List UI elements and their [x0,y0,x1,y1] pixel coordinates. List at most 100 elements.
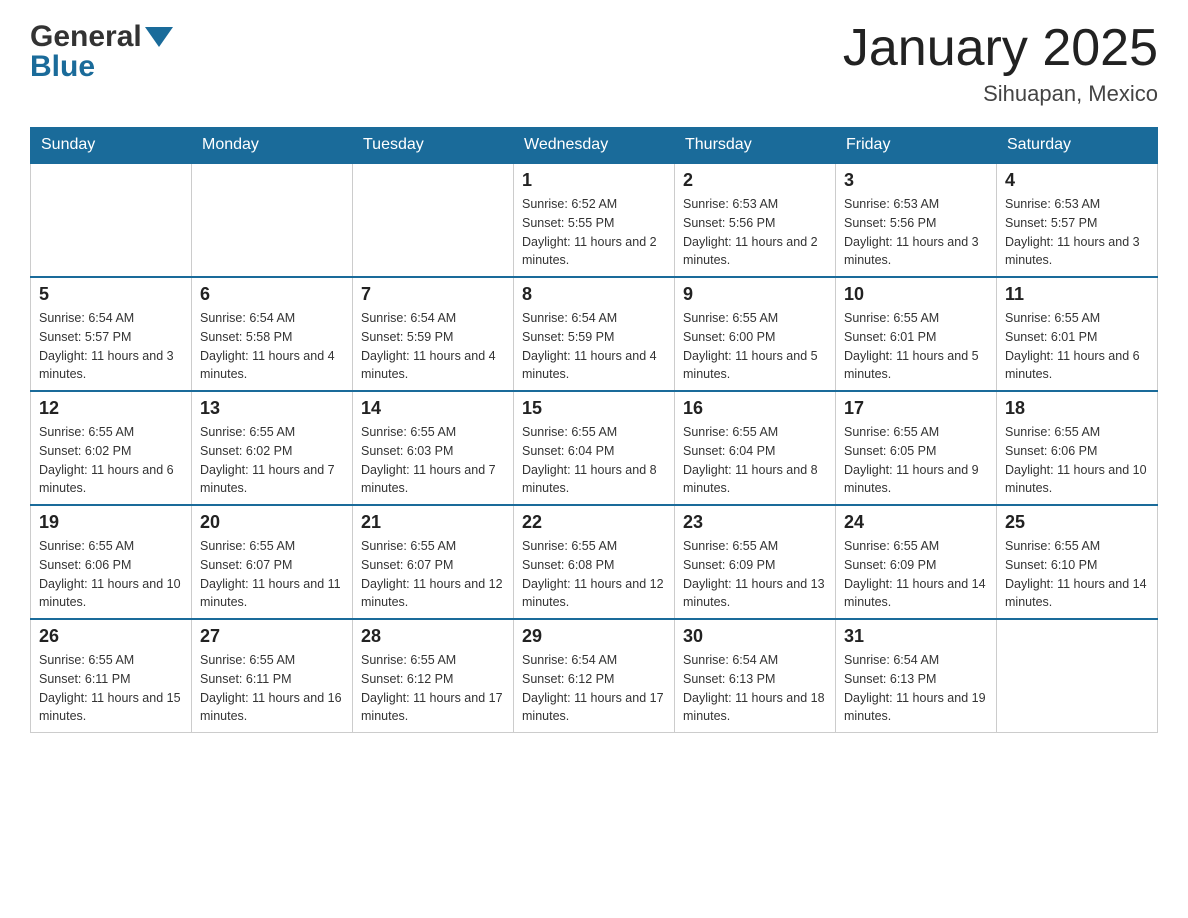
calendar-cell: 13 Sunrise: 6:55 AMSunset: 6:02 PMDayligh… [192,391,353,505]
calendar-cell: 1 Sunrise: 6:52 AMSunset: 5:55 PMDaylight… [514,163,675,277]
month-title: January 2025 [843,20,1158,77]
calendar-cell: 5 Sunrise: 6:54 AMSunset: 5:57 PMDaylight… [31,277,192,391]
day-number: 5 [39,284,183,305]
day-number: 27 [200,626,344,647]
logo: General Blue [30,20,176,84]
calendar-cell [997,619,1158,733]
calendar-cell: 12Sunrise: 6:55 AMSunset: 6:02 PMDayligh… [31,391,192,505]
day-info: Sunrise: 6:55 AMSunset: 6:07 PMDaylight:… [361,537,505,612]
calendar-cell: 6 Sunrise: 6:54 AMSunset: 5:58 PMDaylight… [192,277,353,391]
day-info: Sunrise: 6:55 AMSunset: 6:03 PMDaylight:… [361,423,505,498]
calendar-cell [192,163,353,277]
day-info: Sunrise: 6:54 AMSunset: 6:13 PMDaylight:… [844,651,988,726]
day-info: Sunrise: 6:52 AMSunset: 5:55 PMDaylight:… [522,195,666,270]
calendar-cell: 3 Sunrise: 6:53 AMSunset: 5:56 PMDaylight… [836,163,997,277]
day-info: Sunrise: 6:55 AMSunset: 6:00 PMDaylight:… [683,309,827,384]
day-number: 16 [683,398,827,419]
title-block: January 2025 Sihuapan, Mexico [843,20,1158,107]
day-number: 11 [1005,284,1149,305]
day-number: 24 [844,512,988,533]
weekday-header-monday: Monday [192,128,353,164]
calendar-cell: 14Sunrise: 6:55 AMSunset: 6:03 PMDayligh… [353,391,514,505]
weekday-header-friday: Friday [836,128,997,164]
day-number: 4 [1005,170,1149,191]
calendar-cell: 29Sunrise: 6:54 AMSunset: 6:12 PMDayligh… [514,619,675,733]
calendar-cell: 24 Sunrise: 6:55 AMSunset: 6:09 PMDayligh… [836,505,997,619]
day-number: 19 [39,512,183,533]
day-number: 22 [522,512,666,533]
day-info: Sunrise: 6:54 AMSunset: 5:59 PMDaylight:… [361,309,505,384]
day-number: 6 [200,284,344,305]
logo-blue-text: Blue [30,50,95,84]
day-number: 26 [39,626,183,647]
calendar-cell: 9 Sunrise: 6:55 AMSunset: 6:00 PMDaylight… [675,277,836,391]
day-number: 25 [1005,512,1149,533]
day-number: 2 [683,170,827,191]
weekday-header-saturday: Saturday [997,128,1158,164]
day-number: 1 [522,170,666,191]
day-number: 3 [844,170,988,191]
day-number: 13 [200,398,344,419]
day-info: Sunrise: 6:55 AMSunset: 6:04 PMDaylight:… [683,423,827,498]
day-number: 10 [844,284,988,305]
calendar: SundayMondayTuesdayWednesdayThursdayFrid… [30,127,1158,733]
day-info: Sunrise: 6:55 AMSunset: 6:09 PMDaylight:… [683,537,827,612]
day-info: Sunrise: 6:55 AMSunset: 6:10 PMDaylight:… [1005,537,1149,612]
day-info: Sunrise: 6:55 AMSunset: 6:09 PMDaylight:… [844,537,988,612]
day-info: Sunrise: 6:55 AMSunset: 6:02 PMDaylight:… [200,423,344,498]
weekday-header-sunday: Sunday [31,128,192,164]
week-row-3: 12Sunrise: 6:55 AMSunset: 6:02 PMDayligh… [31,391,1158,505]
logo-general-text: General [30,20,142,54]
day-info: Sunrise: 6:55 AMSunset: 6:12 PMDaylight:… [361,651,505,726]
weekday-header-wednesday: Wednesday [514,128,675,164]
day-info: Sunrise: 6:54 AMSunset: 5:57 PMDaylight:… [39,309,183,384]
day-number: 29 [522,626,666,647]
day-info: Sunrise: 6:53 AMSunset: 5:56 PMDaylight:… [683,195,827,270]
calendar-cell: 21 Sunrise: 6:55 AMSunset: 6:07 PMDayligh… [353,505,514,619]
calendar-cell: 23 Sunrise: 6:55 AMSunset: 6:09 PMDayligh… [675,505,836,619]
location: Sihuapan, Mexico [843,81,1158,107]
calendar-cell: 28 Sunrise: 6:55 AMSunset: 6:12 PMDayligh… [353,619,514,733]
weekday-header-row: SundayMondayTuesdayWednesdayThursdayFrid… [31,128,1158,164]
calendar-cell: 31 Sunrise: 6:54 AMSunset: 6:13 PMDayligh… [836,619,997,733]
day-number: 15 [522,398,666,419]
day-number: 31 [844,626,988,647]
day-info: Sunrise: 6:55 AMSunset: 6:02 PMDaylight:… [39,423,183,498]
calendar-cell: 16 Sunrise: 6:55 AMSunset: 6:04 PMDayligh… [675,391,836,505]
day-info: Sunrise: 6:53 AMSunset: 5:56 PMDaylight:… [844,195,988,270]
calendar-cell: 15 Sunrise: 6:55 AMSunset: 6:04 PMDayligh… [514,391,675,505]
calendar-cell [353,163,514,277]
logo-arrow-icon [145,27,173,47]
calendar-cell: 27 Sunrise: 6:55 AMSunset: 6:11 PMDayligh… [192,619,353,733]
day-info: Sunrise: 6:55 AMSunset: 6:04 PMDaylight:… [522,423,666,498]
week-row-1: 1 Sunrise: 6:52 AMSunset: 5:55 PMDaylight… [31,163,1158,277]
day-number: 20 [200,512,344,533]
day-number: 7 [361,284,505,305]
calendar-cell: 11Sunrise: 6:55 AMSunset: 6:01 PMDayligh… [997,277,1158,391]
day-info: Sunrise: 6:55 AMSunset: 6:05 PMDaylight:… [844,423,988,498]
calendar-cell: 26Sunrise: 6:55 AMSunset: 6:11 PMDayligh… [31,619,192,733]
day-info: Sunrise: 6:55 AMSunset: 6:01 PMDaylight:… [844,309,988,384]
calendar-cell: 10 Sunrise: 6:55 AMSunset: 6:01 PMDayligh… [836,277,997,391]
calendar-cell: 30Sunrise: 6:54 AMSunset: 6:13 PMDayligh… [675,619,836,733]
week-row-5: 26 Sunrise: 6:55 AMSunset: 6:11 PMDayligh… [31,619,1158,733]
day-info: Sunrise: 6:53 AMSunset: 5:57 PMDaylight:… [1005,195,1149,270]
calendar-cell: 18Sunrise: 6:55 AMSunset: 6:06 PMDayligh… [997,391,1158,505]
day-info: Sunrise: 6:54 AMSunset: 5:58 PMDaylight:… [200,309,344,384]
calendar-cell: 7 Sunrise: 6:54 AMSunset: 5:59 PMDaylight… [353,277,514,391]
day-number: 9 [683,284,827,305]
day-info: Sunrise: 6:54 AMSunset: 5:59 PMDaylight:… [522,309,666,384]
weekday-header-tuesday: Tuesday [353,128,514,164]
day-number: 8 [522,284,666,305]
calendar-cell: 20Sunrise: 6:55 AMSunset: 6:07 PMDayligh… [192,505,353,619]
calendar-cell: 19 Sunrise: 6:55 AMSunset: 6:06 PMDayligh… [31,505,192,619]
day-number: 21 [361,512,505,533]
week-row-2: 5 Sunrise: 6:54 AMSunset: 5:57 PMDaylight… [31,277,1158,391]
day-number: 28 [361,626,505,647]
day-info: Sunrise: 6:55 AMSunset: 6:11 PMDaylight:… [200,651,344,726]
calendar-cell [31,163,192,277]
day-info: Sunrise: 6:55 AMSunset: 6:06 PMDaylight:… [39,537,183,612]
day-number: 23 [683,512,827,533]
day-number: 17 [844,398,988,419]
calendar-cell: 17 Sunrise: 6:55 AMSunset: 6:05 PMDayligh… [836,391,997,505]
